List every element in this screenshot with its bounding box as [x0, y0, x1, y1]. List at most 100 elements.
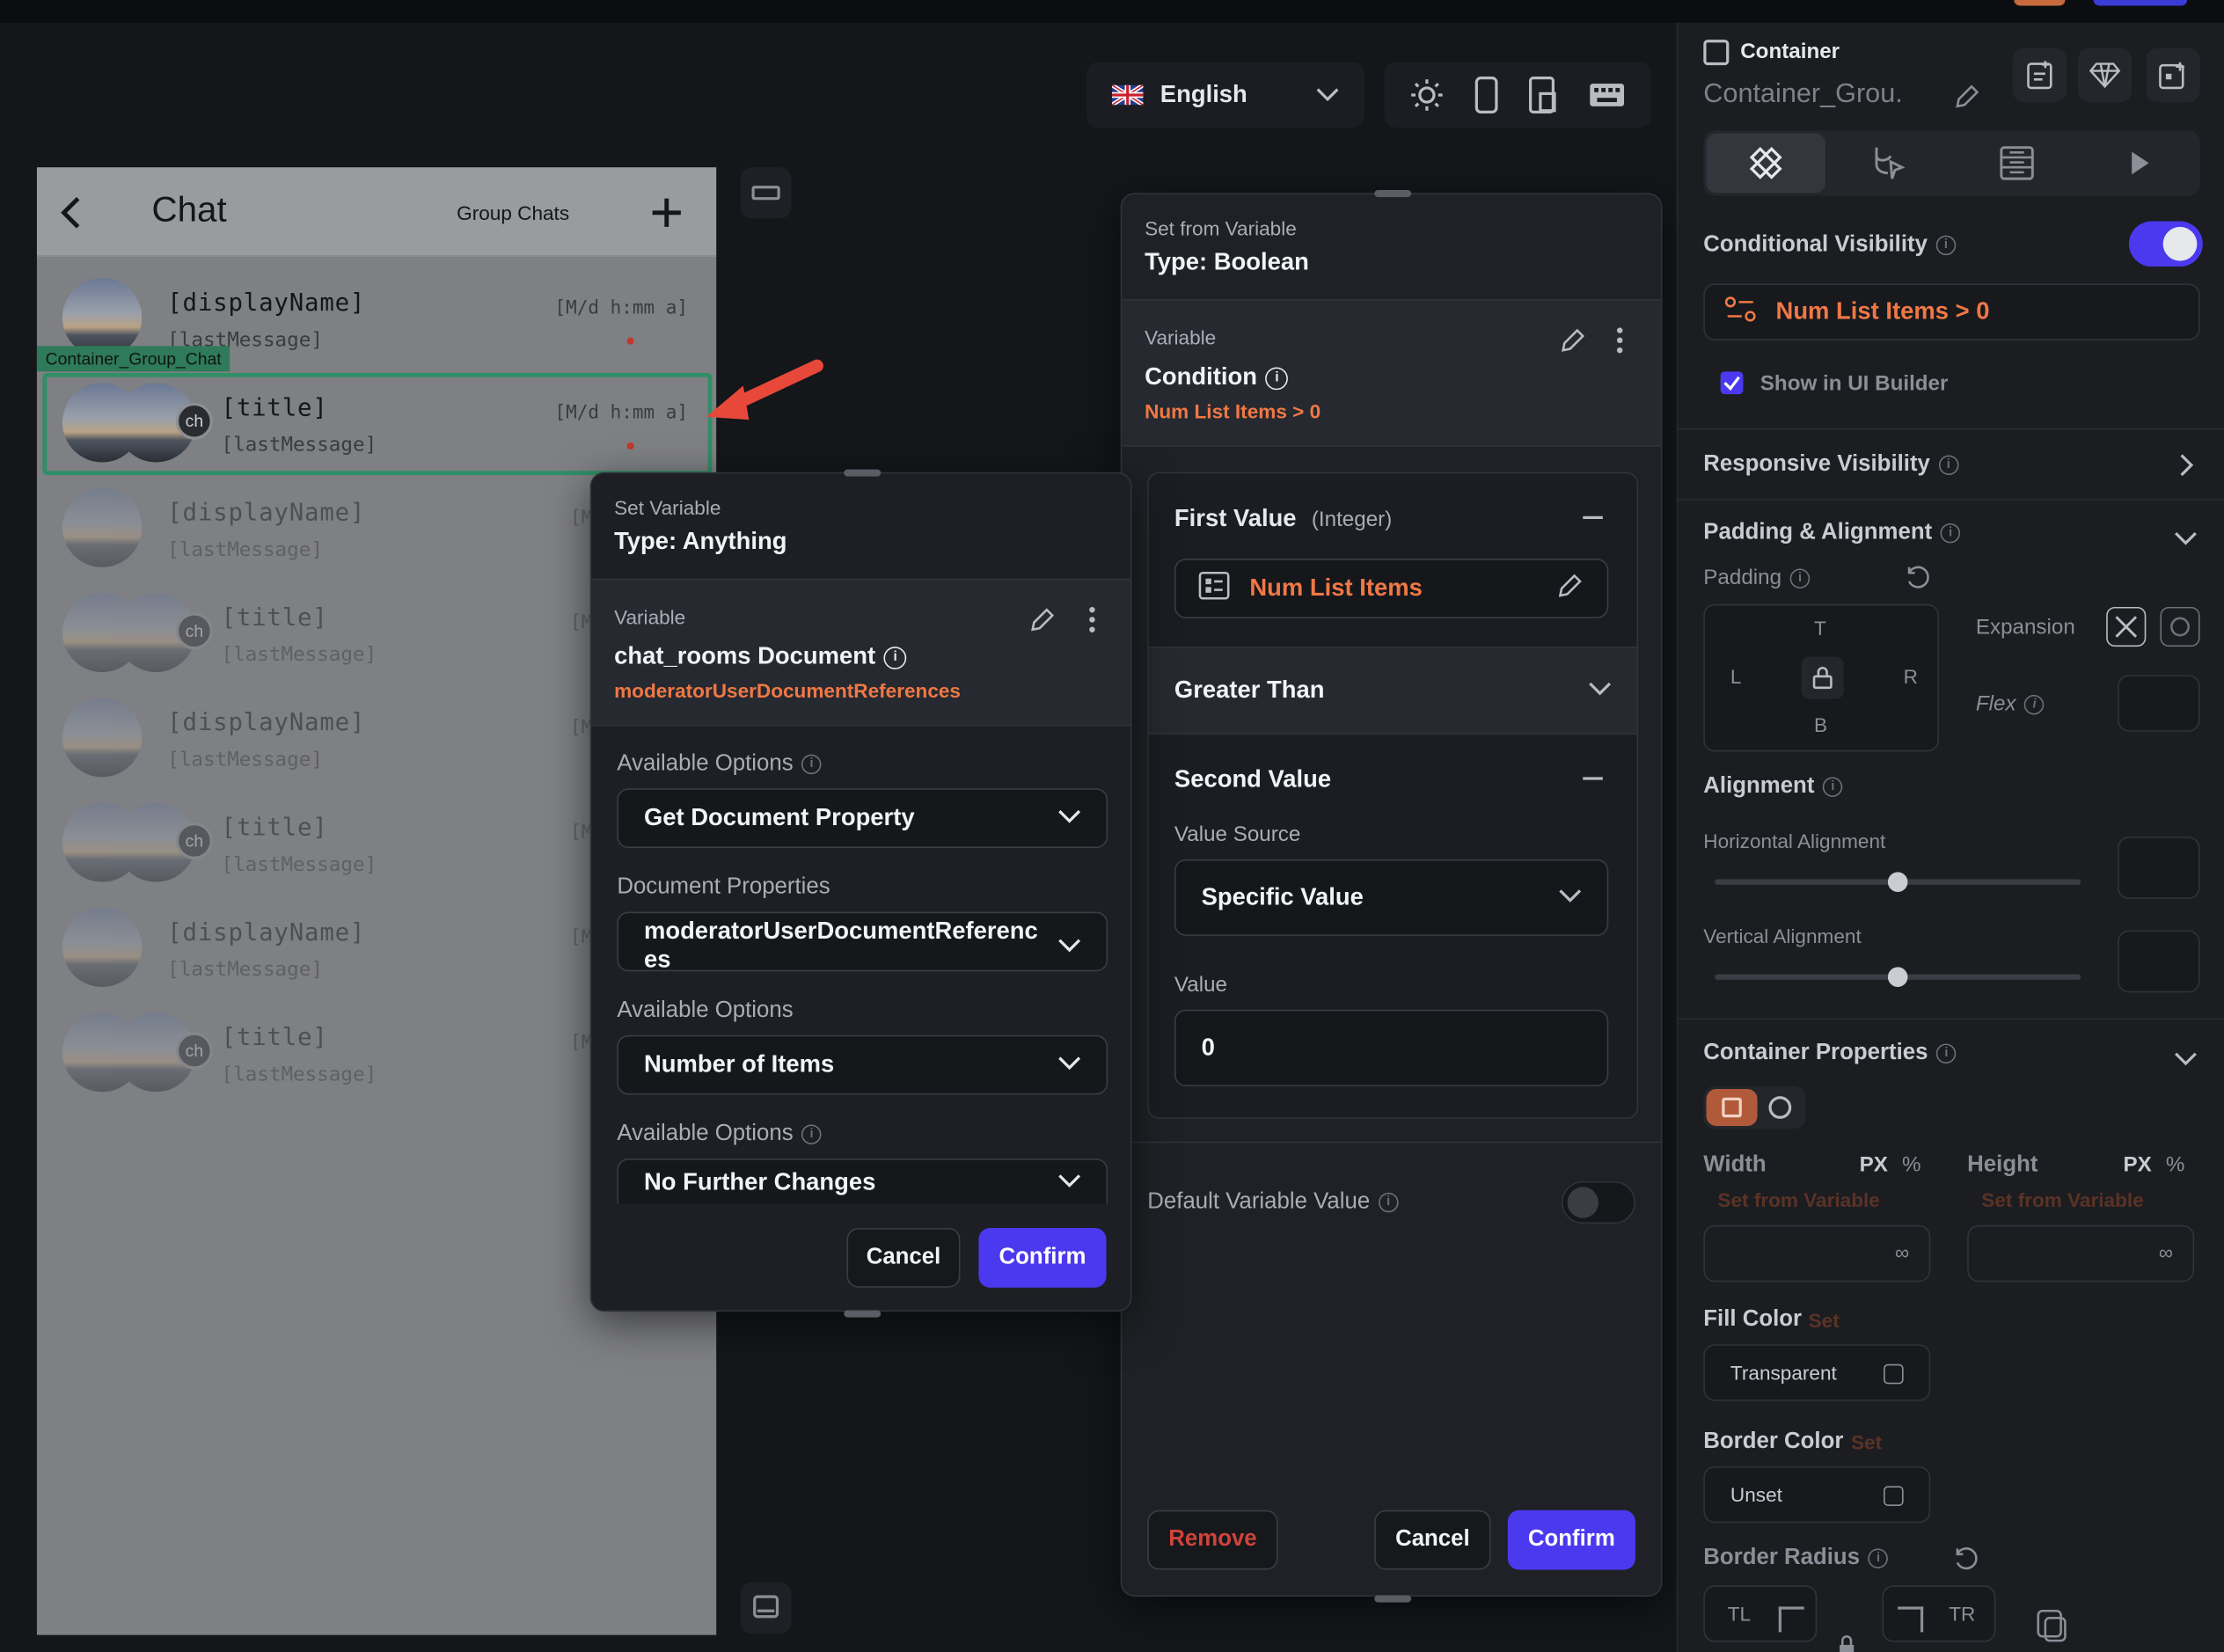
unread-dot: [626, 337, 634, 345]
number-of-items-dropdown[interactable]: Number of Items: [617, 1034, 1108, 1095]
width-unit-px[interactable]: PX: [1860, 1153, 1888, 1177]
sv-header-label: Set Variable: [614, 496, 721, 519]
value-input[interactable]: 0: [1174, 1009, 1609, 1086]
actions-tab-icon[interactable]: [1868, 144, 1907, 188]
plus-icon[interactable]: [649, 195, 684, 237]
fill-color-input[interactable]: Transparent: [1703, 1344, 1931, 1401]
width-set-from-variable[interactable]: Set from Variable: [1717, 1188, 1879, 1211]
collapse-bottom-button[interactable]: [740, 1583, 792, 1634]
keyboard-icon[interactable]: [1588, 82, 1625, 107]
chevron-right-icon[interactable]: [2180, 454, 2194, 484]
chat-name: [displayName]: [167, 709, 366, 738]
language-selector[interactable]: English: [1086, 62, 1364, 128]
selected-widget-outline[interactable]: [42, 372, 713, 476]
default-value-toggle[interactable]: [1562, 1181, 1635, 1224]
edit-icon[interactable]: [1028, 605, 1057, 640]
conditional-visibility-toggle[interactable]: [2128, 221, 2203, 267]
operator-dropdown[interactable]: Greater Than: [1148, 647, 1637, 735]
drag-handle[interactable]: [1374, 1595, 1412, 1603]
cancel-button[interactable]: Cancel: [846, 1228, 961, 1288]
vertical-alignment-knob[interactable]: [1887, 967, 1908, 987]
condition-chip[interactable]: Num List Items > 0: [1703, 283, 2200, 340]
value-source-dropdown[interactable]: Specific Value: [1174, 859, 1609, 936]
sfv-variable-label: Variable: [1145, 325, 1217, 349]
diamond-icon[interactable]: [2077, 48, 2133, 103]
edit-icon[interactable]: [1953, 82, 1981, 117]
responsive-visibility-label[interactable]: Responsive Visibility i: [1703, 452, 1959, 478]
drag-handle[interactable]: [1374, 190, 1412, 198]
reset-icon[interactable]: [1953, 1546, 1979, 1578]
lock-icon[interactable]: [1801, 656, 1844, 699]
back-arrow-icon[interactable]: [60, 195, 83, 237]
lock-icon[interactable]: [1837, 1634, 1857, 1652]
collapse-minus-icon[interactable]: [1583, 777, 1603, 780]
padding-right[interactable]: R: [1904, 665, 1918, 688]
fill-color-checkbox[interactable]: [1884, 1363, 1904, 1385]
chat-last-message: [lastMessage]: [221, 853, 377, 877]
confirm-button[interactable]: Confirm: [978, 1228, 1107, 1288]
sun-icon[interactable]: [1410, 78, 1445, 113]
border-color-checkbox[interactable]: [1884, 1486, 1904, 1506]
add-note-icon[interactable]: [2012, 48, 2067, 103]
vertical-alignment-input[interactable]: [2118, 930, 2200, 993]
set-from-variable-panel: Set from Variable Type: Boolean Variable…: [1120, 190, 1663, 1603]
radius-tl-input[interactable]: TL: [1703, 1585, 1818, 1642]
expansion-expand-icon[interactable]: [2160, 606, 2200, 647]
drag-handle[interactable]: [844, 469, 882, 477]
avatar: [62, 698, 143, 778]
border-color-input[interactable]: Unset: [1703, 1466, 1931, 1524]
copy-icon[interactable]: [2036, 1608, 2070, 1652]
width-unit-percent[interactable]: %: [1902, 1153, 1921, 1177]
padding-left[interactable]: L: [1730, 665, 1742, 688]
group-chats-link[interactable]: Group Chats: [457, 201, 569, 224]
horizontal-alignment-label: Horizontal Alignment: [1703, 830, 1886, 852]
chevron-down-icon[interactable]: [2175, 1048, 2198, 1073]
collapse-minus-icon[interactable]: [1583, 515, 1603, 519]
horizontal-alignment-knob[interactable]: [1887, 872, 1908, 892]
widget-name[interactable]: Container_Grou.: [1703, 79, 1902, 110]
radius-tr-input[interactable]: TR: [1882, 1585, 1996, 1642]
reset-icon[interactable]: [1905, 565, 1930, 597]
no-further-changes-dropdown[interactable]: No Further Changes: [617, 1159, 1108, 1204]
remove-button[interactable]: Remove: [1147, 1509, 1278, 1570]
more-vert-icon[interactable]: [1088, 605, 1097, 640]
height-set-from-variable[interactable]: Set from Variable: [1981, 1188, 2143, 1211]
border-color-set[interactable]: Set: [1851, 1431, 1882, 1454]
expansion-shrink-icon[interactable]: [2106, 606, 2147, 647]
properties-tab-icon[interactable]: [1706, 133, 1825, 194]
padding-bottom[interactable]: B: [1814, 713, 1827, 736]
more-vert-icon[interactable]: [1615, 326, 1624, 362]
padding-top[interactable]: T: [1814, 617, 1826, 640]
cancel-button[interactable]: Cancel: [1374, 1509, 1491, 1570]
circle-shape-icon[interactable]: [1768, 1096, 1792, 1119]
first-value-chip[interactable]: Num List Items: [1174, 559, 1609, 618]
height-input[interactable]: ∞: [1967, 1224, 2195, 1283]
edit-icon[interactable]: [1559, 326, 1587, 362]
height-unit-px[interactable]: PX: [2124, 1153, 2152, 1177]
collapse-top-button[interactable]: [740, 167, 792, 219]
edit-icon[interactable]: [1556, 571, 1584, 606]
phone-icon[interactable]: [1474, 77, 1499, 113]
chat-last-message: [lastMessage]: [167, 749, 323, 771]
play-icon[interactable]: [2129, 150, 2152, 183]
get-document-property-dropdown[interactable]: Get Document Property: [617, 788, 1108, 848]
width-input[interactable]: ∞: [1703, 1224, 1931, 1283]
square-shape-icon[interactable]: [1706, 1089, 1758, 1126]
drag-handle[interactable]: [844, 1310, 882, 1318]
first-value-name: Num List Items: [1249, 574, 1423, 602]
flex-input[interactable]: [2118, 675, 2200, 732]
add-widget-icon[interactable]: [2146, 48, 2200, 103]
confirm-button[interactable]: Confirm: [1507, 1509, 1635, 1570]
chat-last-message: [lastMessage]: [221, 1064, 377, 1086]
horizontal-alignment-input[interactable]: [2118, 837, 2200, 900]
tablet-icon[interactable]: [1528, 77, 1559, 113]
document-properties-dropdown[interactable]: moderatorUserDocumentReferenc es: [617, 911, 1108, 973]
fill-color-set[interactable]: Set: [1809, 1309, 1840, 1332]
height-unit-percent[interactable]: %: [2166, 1153, 2185, 1177]
fill-color-value: Transparent: [1730, 1361, 1837, 1385]
backend-query-tab-icon[interactable]: [1999, 144, 2036, 188]
chevron-down-icon[interactable]: [2175, 528, 2198, 553]
padding-editor[interactable]: T L R B: [1703, 603, 1939, 752]
panel-tab-bar: [1703, 130, 2200, 196]
show-in-builder-checkbox[interactable]: [1720, 371, 1744, 395]
